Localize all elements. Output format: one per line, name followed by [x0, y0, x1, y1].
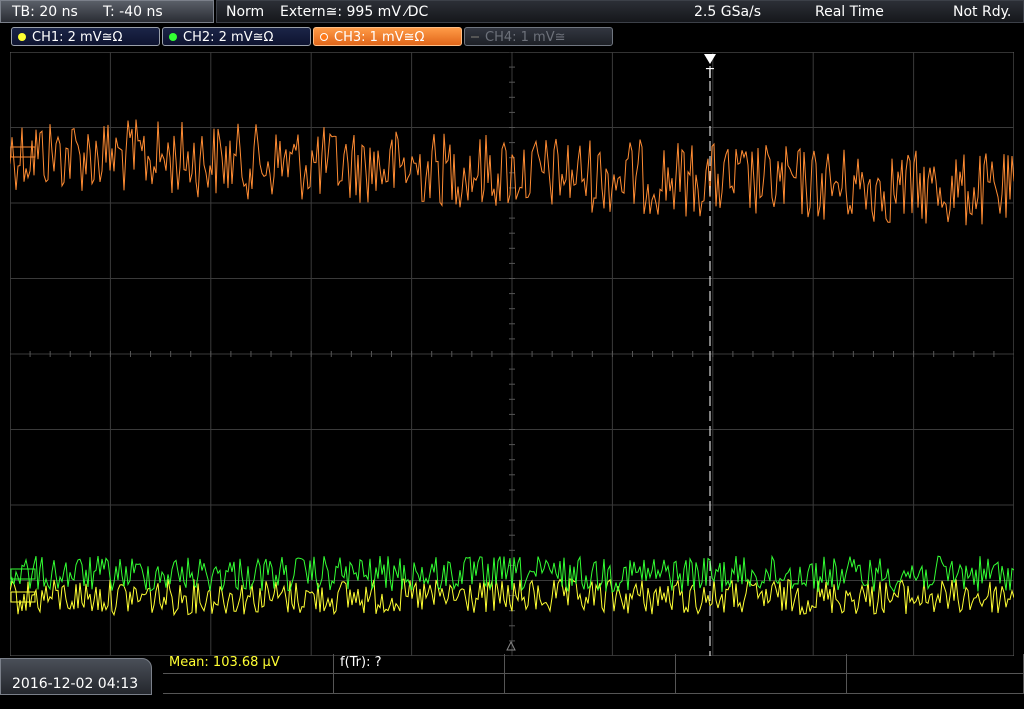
meas-slot-6[interactable] [163, 674, 334, 694]
ch1-dot-icon [18, 33, 26, 41]
channel-3-button[interactable]: CH3: 1 mV≅Ω [313, 27, 462, 46]
meas-slot-3[interactable] [505, 654, 676, 674]
mean-measurement[interactable]: Mean: 103.68 µV [163, 654, 334, 674]
meas-slot-9[interactable] [676, 674, 847, 694]
meas-slot-4[interactable] [676, 654, 847, 674]
sample-rate: 2.5 GSa/s [694, 4, 762, 20]
meas-slot-8[interactable] [505, 674, 676, 694]
measurement-table: Mean: 103.68 µV f(Tr): ? [163, 654, 1024, 695]
timebase-panel[interactable]: TB: 20 ns T: -40 ns [0, 0, 214, 23]
bottom-bar: 2016-12-02 04:13 Mean: 103.68 µV f(Tr): … [0, 654, 1024, 695]
datetime-label: 2016-12-02 04:13 [12, 676, 139, 692]
meas-slot-5[interactable] [847, 654, 1024, 674]
ch3-dot-icon [320, 33, 328, 41]
trigger-time-value: T: -40 ns [103, 4, 163, 20]
channel-4-button[interactable]: CH4: 1 mV≅ [464, 27, 613, 46]
ch2-dot-icon [169, 33, 177, 41]
trigger-mode: Norm [226, 4, 265, 20]
ftr-measurement[interactable]: f(Tr): ? [334, 654, 505, 674]
meas-slot-7[interactable] [334, 674, 505, 694]
waveform-canvas: T [10, 52, 1014, 656]
channel-4-label: CH4: 1 mV≅ [485, 30, 566, 45]
waveform-display[interactable]: T [10, 52, 1014, 656]
datetime-box: 2016-12-02 04:13 [0, 658, 152, 695]
trigger-source: Extern≅: 995 mV ⁄DC [280, 4, 429, 20]
ch4-dash-icon [471, 36, 479, 38]
channel-3-label: CH3: 1 mV≅Ω [334, 30, 425, 45]
channel-2-button[interactable]: CH2: 2 mV≅Ω [162, 27, 311, 46]
channel-1-button[interactable]: CH1: 2 mV≅Ω [11, 27, 160, 46]
acquisition-panel[interactable]: Norm Extern≅: 995 mV ⁄DC 2.5 GSa/s Real … [216, 0, 1024, 23]
timebase-value: TB: 20 ns [12, 4, 78, 20]
channel-1-label: CH1: 2 mV≅Ω [32, 30, 123, 45]
channel-bar: CH1: 2 mV≅Ω CH2: 2 mV≅Ω CH3: 1 mV≅Ω CH4:… [0, 26, 1024, 48]
ready-status: Not Rdy. [953, 4, 1012, 20]
status-bar: TB: 20 ns T: -40 ns Norm Extern≅: 995 mV… [0, 0, 1024, 24]
meas-slot-10[interactable] [847, 674, 1024, 694]
trigger-marker-label: T [705, 67, 714, 82]
acquisition-mode: Real Time [815, 4, 884, 20]
channel-2-label: CH2: 2 mV≅Ω [183, 30, 274, 45]
